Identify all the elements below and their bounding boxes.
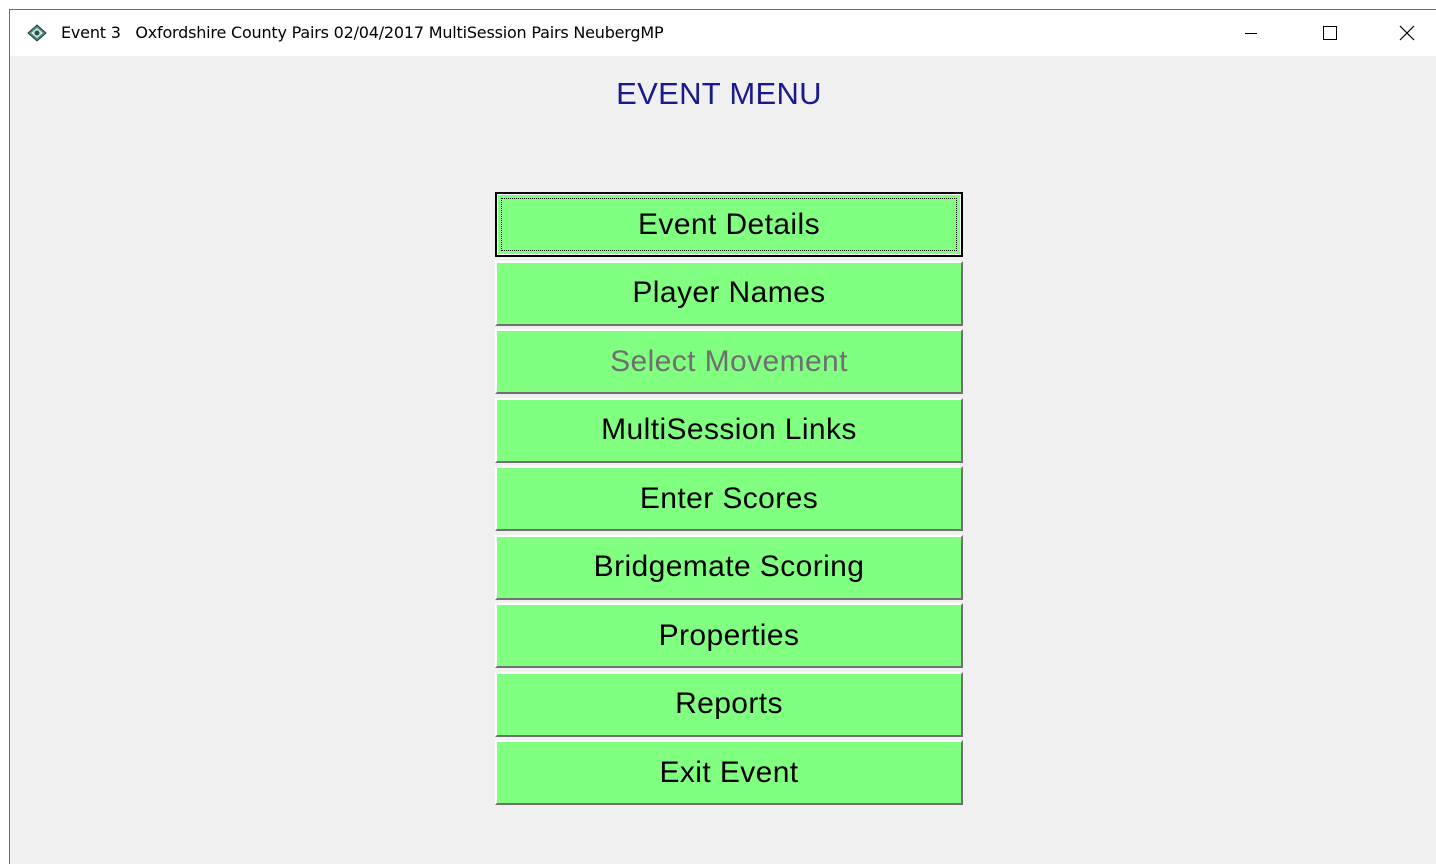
event-details-button[interactable]: Event Details bbox=[495, 192, 963, 257]
multisession-links-button[interactable]: MultiSession Links bbox=[495, 397, 963, 463]
exit-event-button[interactable]: Exit Event bbox=[495, 740, 963, 805]
enter-scores-button[interactable]: Enter Scores bbox=[495, 466, 963, 531]
maximize-icon bbox=[1323, 26, 1337, 40]
bridgemate-scoring-button[interactable]: Bridgemate Scoring bbox=[495, 534, 963, 600]
maximize-button[interactable] bbox=[1299, 10, 1359, 56]
window-title: Event 3 Oxfordshire County Pairs 02/04/2… bbox=[61, 23, 664, 42]
player-names-button[interactable]: Player Names bbox=[495, 260, 963, 326]
title-bar: Event 3 Oxfordshire County Pairs 02/04/2… bbox=[10, 10, 1436, 56]
event-window: Event 3 Oxfordshire County Pairs 02/04/2… bbox=[9, 9, 1436, 864]
select-movement-button: Select Movement bbox=[495, 329, 963, 394]
close-icon bbox=[1399, 25, 1415, 41]
minimize-icon bbox=[1245, 33, 1257, 34]
bridge-app-icon[interactable] bbox=[26, 24, 48, 42]
close-button[interactable] bbox=[1377, 10, 1436, 56]
page-title: EVENT MENU bbox=[616, 76, 822, 111]
reports-button[interactable]: Reports bbox=[495, 671, 963, 737]
properties-button[interactable]: Properties bbox=[495, 603, 963, 668]
minimize-button[interactable] bbox=[1221, 10, 1281, 56]
